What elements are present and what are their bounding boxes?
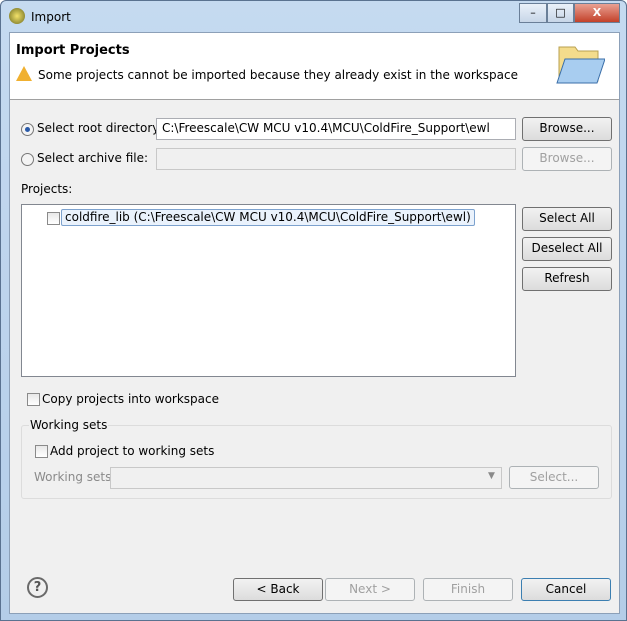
maximize-button[interactable]: □ [547, 3, 574, 23]
browse-archive-button[interactable]: Browse... [522, 147, 612, 171]
close-button[interactable]: X [574, 3, 620, 23]
select-working-sets-button[interactable]: Select... [509, 466, 599, 489]
dialog-body: Import Projects Some projects cannot be … [9, 32, 620, 614]
refresh-button[interactable]: Refresh [522, 267, 612, 291]
deselect-all-button[interactable]: Deselect All [522, 237, 612, 261]
working-sets-combo[interactable] [110, 467, 502, 489]
cancel-button[interactable]: Cancel [521, 578, 611, 601]
app-icon [9, 8, 25, 24]
copy-projects-label: Copy projects into workspace [42, 392, 220, 406]
add-to-working-sets-label: Add project to working sets [50, 444, 215, 458]
help-icon[interactable]: ? [27, 577, 48, 598]
browse-root-button[interactable]: Browse... [522, 117, 612, 141]
root-directory-radio[interactable] [21, 123, 34, 136]
window-title: Import [31, 10, 71, 24]
back-button[interactable]: < Back [233, 578, 323, 601]
archive-file-label: Select archive file: [37, 151, 149, 165]
open-folder-icon [556, 46, 605, 84]
working-sets-legend: Working sets [29, 418, 109, 432]
select-all-button[interactable]: Select All [522, 207, 612, 231]
warning-message: Some projects cannot be imported because… [38, 68, 518, 82]
add-to-working-sets-checkbox[interactable] [35, 445, 48, 458]
page-title: Import Projects [16, 43, 130, 58]
project-checkbox[interactable] [47, 212, 60, 225]
finish-button[interactable]: Finish [423, 578, 513, 601]
project-item[interactable]: coldfire_lib (C:\Freescale\CW MCU v10.4\… [61, 209, 475, 226]
archive-file-radio[interactable] [21, 153, 34, 166]
chevron-down-icon: ▼ [488, 471, 495, 481]
root-directory-input[interactable]: C:\Freescale\CW MCU v10.4\MCU\ColdFire_S… [156, 118, 516, 140]
working-sets-label: Working sets: [34, 470, 116, 484]
projects-label: Projects: [21, 182, 73, 196]
root-directory-label: Select root directory: [37, 121, 163, 135]
copy-projects-checkbox[interactable] [27, 393, 40, 406]
archive-file-input[interactable] [156, 148, 516, 170]
import-dialog: Import – □ X Import Projects Some projec… [0, 0, 627, 621]
wizard-header: Import Projects Some projects cannot be … [10, 33, 619, 100]
projects-list[interactable]: coldfire_lib (C:\Freescale\CW MCU v10.4\… [21, 204, 516, 377]
warning-icon [16, 66, 32, 81]
minimize-button[interactable]: – [519, 3, 547, 23]
next-button[interactable]: Next > [325, 578, 415, 601]
